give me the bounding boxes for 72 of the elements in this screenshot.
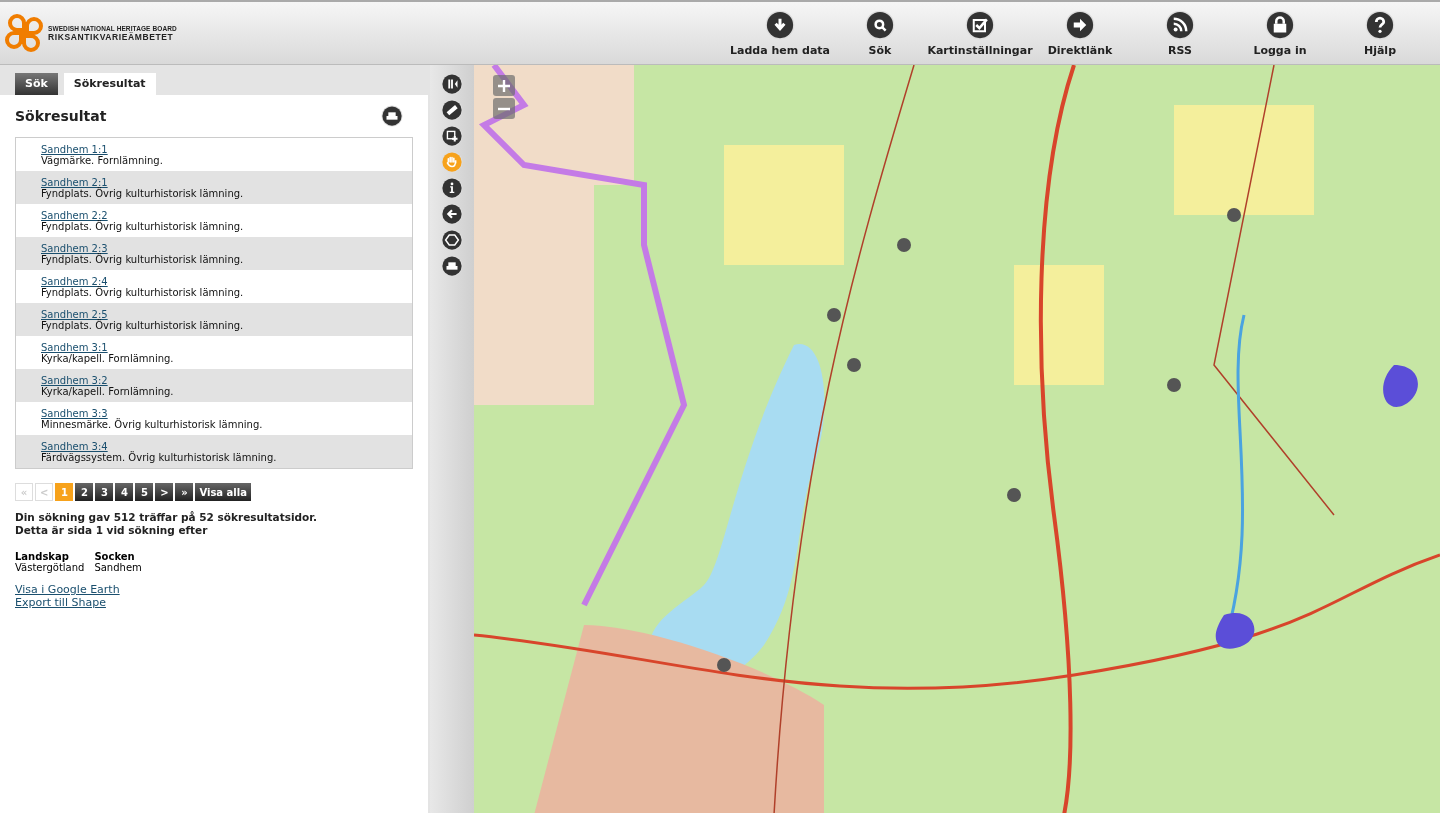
result-link[interactable]: Sandhem 2:4 [41,275,412,287]
hand-icon [441,151,463,173]
map-tool-button[interactable] [441,73,463,95]
page-button[interactable]: 4 [115,483,134,501]
print-icon [441,255,463,277]
summary-text: Detta är sida 1 vid sökning efter [15,524,209,537]
lock-icon [1265,9,1295,40]
criteria-heading: Socken [94,551,136,562]
page-button[interactable]: 2 [75,483,94,501]
result-link[interactable]: Sandhem 2:2 [41,209,412,221]
result-link[interactable]: Sandhem 3:3 [41,407,412,419]
search-icon [865,9,895,40]
result-description: Fyndplats. Övrig kulturhistorisk lämning. [41,319,245,331]
result-description: Fyndplats. Övrig kulturhistorisk lämning. [41,220,245,232]
tab[interactable]: Sökresultat [63,73,156,95]
result-description: Minnesmärke. Övrig kulturhistorisk lämning. [41,418,264,430]
nav-button[interactable]: Ladda hem data [730,9,830,57]
panel-title: Sökresultat [15,108,107,124]
page-button[interactable]: > [155,483,174,501]
criteria-value: Västergötland [15,562,85,573]
result-link[interactable]: Sandhem 3:4 [41,440,412,452]
plus-icon [497,78,511,93]
summary-text: Din sökning gav 512 träffar på 52 sökresultatsidor. [15,511,318,524]
result-link[interactable]: Sandhem 3:2 [41,374,412,386]
result-link[interactable]: Sandhem 2:3 [41,242,412,254]
help-icon [1365,9,1395,40]
nav-button[interactable]: Logga in [1230,9,1330,57]
result-link[interactable]: Sandhem 1:1 [41,143,412,155]
page-button[interactable]: » [175,483,194,501]
polygon-icon [441,229,463,251]
result-link[interactable]: Sandhem 3:1 [41,341,412,353]
link[interactable]: Export till Shape [15,596,106,609]
page-button[interactable]: 3 [95,483,114,501]
map-tool-button[interactable] [441,99,463,121]
result-description: Fyndplats. Övrig kulturhistorisk lämning. [41,253,245,265]
nav-button[interactable]: RSS [1130,9,1230,57]
zoom-in-button[interactable] [493,75,515,96]
result-description: Kyrka/kapell. Fornlämning. [41,385,175,397]
info-icon [441,177,463,199]
arrow-right-icon [1065,9,1095,40]
checkbox-icon [965,9,995,40]
result-link[interactable]: Sandhem 2:1 [41,176,412,188]
map-tool-button[interactable] [441,177,463,199]
criteria-heading: Landskap [15,551,69,562]
page-button[interactable]: 5 [135,483,154,501]
result-description: Fyndplats. Övrig kulturhistorisk lämning. [41,286,245,298]
result-description: Färdvägssystem. Övrig kulturhistorisk lämning. [41,451,278,463]
rss-icon [1165,9,1195,40]
print-button[interactable] [381,105,403,127]
tab[interactable]: Sök [15,73,58,95]
link[interactable]: Visa i Google Earth [15,583,120,596]
logo-title: RIKSANTIKVARIEÄMBETET [48,31,175,42]
download-icon [765,9,795,40]
result-link[interactable]: Sandhem 2:5 [41,308,412,320]
minus-icon [498,106,510,111]
map-tool-button[interactable] [441,125,463,147]
result-description: Fyndplats. Övrig kulturhistorisk lämning. [41,187,245,199]
nav-button[interactable]: Hjälp [1330,9,1430,57]
result-description: Kyrka/kapell. Fornlämning. [41,352,175,364]
zoom-out-button[interactable] [493,98,515,119]
criteria-value: Sandhem [94,562,142,573]
back-arrow-icon [441,203,463,225]
add-area-icon [441,125,463,147]
map-tool-button[interactable] [441,255,463,277]
print-icon [381,105,403,127]
map-tool-button[interactable] [441,229,463,251]
ruler-icon [441,99,463,121]
result-description: Vägmärke. Fornlämning. [41,154,164,166]
page-button[interactable]: Visa alla [195,483,251,501]
pause-icon [441,73,463,95]
map-tool-button[interactable] [441,203,463,225]
logo-icon [4,13,44,53]
